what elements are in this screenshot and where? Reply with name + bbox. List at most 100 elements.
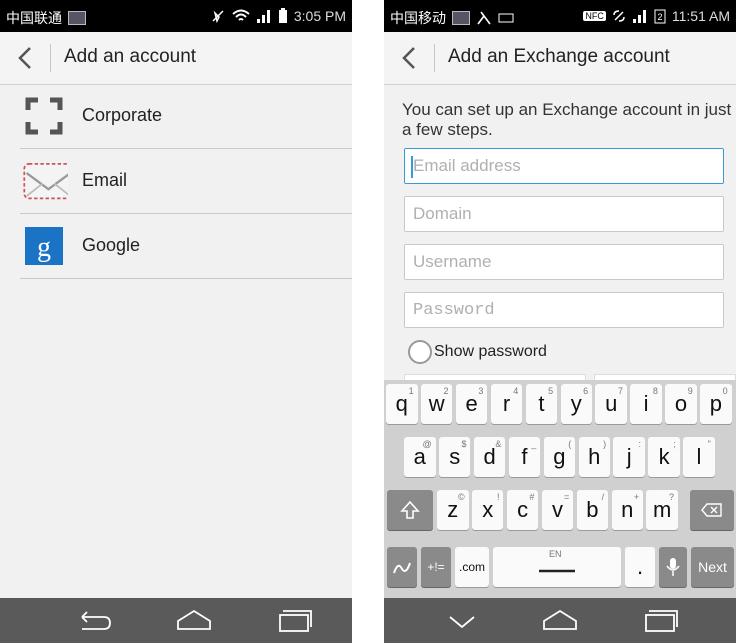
status-bar: 中国联通 3:05 PM <box>0 0 352 32</box>
image-notification-icon <box>68 11 86 25</box>
key-s[interactable]: $ s <box>438 437 471 477</box>
key-h[interactable]: ) h <box>578 437 611 477</box>
symbols-key[interactable]: +!= <box>421 547 451 587</box>
period-key[interactable]: . <box>625 547 655 587</box>
key-label: n <box>621 497 634 522</box>
shift-icon <box>400 500 420 519</box>
space-key[interactable]: EN <box>493 547 621 587</box>
handwriting-key[interactable] <box>387 547 417 587</box>
list-item-google[interactable]: g Google <box>20 214 352 279</box>
signal-icon <box>632 10 646 23</box>
key-label: d <box>483 444 496 469</box>
next-key[interactable]: Next <box>691 547 734 587</box>
key-r[interactable]: 4r <box>490 384 523 424</box>
key-hint: 7 <box>617 386 623 396</box>
list-item-corporate[interactable]: Corporate <box>20 84 352 149</box>
back-arrow-icon[interactable] <box>14 44 36 72</box>
key-label: x <box>482 497 494 522</box>
key-hint: ; <box>673 439 676 449</box>
key-label: i <box>643 391 649 416</box>
key-label: o <box>674 391 688 416</box>
svg-text:g: g <box>37 232 51 263</box>
key-label: e <box>465 391 478 416</box>
page-title: Add an Exchange account <box>448 46 670 67</box>
list-item-label: Google <box>82 235 141 255</box>
corporate-icon <box>25 97 63 135</box>
key-label: z <box>447 497 459 522</box>
password-field[interactable] <box>404 292 724 328</box>
key-label: b <box>586 497 599 522</box>
username-field[interactable] <box>404 244 724 280</box>
recent-apps-icon[interactable] <box>640 607 680 635</box>
key-label: l <box>696 444 702 469</box>
key-c[interactable]: # c <box>506 490 539 530</box>
key-hint: 4 <box>513 386 519 396</box>
list-item-email[interactable]: Email <box>20 149 352 214</box>
text-cursor <box>411 156 413 178</box>
key-label: t <box>538 391 545 416</box>
key-e[interactable]: 3e <box>455 384 488 424</box>
key-o[interactable]: 9o <box>665 384 697 424</box>
key-hint: 3 <box>478 386 484 396</box>
key-x[interactable]: ! x <box>471 490 504 530</box>
key-v[interactable]: = v <box>541 490 574 530</box>
key-label: s <box>449 444 461 469</box>
key-hint: ! <box>496 492 500 502</box>
key-hint: 2 <box>443 386 449 396</box>
image-notification-icon <box>452 11 470 25</box>
home-nav-icon[interactable] <box>540 607 580 635</box>
recent-apps-icon[interactable] <box>274 607 314 635</box>
key-i[interactable]: 8i <box>630 384 662 424</box>
carrier-label: 中国移动 <box>390 10 446 26</box>
domain-field[interactable] <box>404 196 724 232</box>
hide-keyboard-icon[interactable] <box>442 607 482 635</box>
key-hint: © <box>457 492 465 502</box>
email-field[interactable] <box>404 148 724 184</box>
battery-icon <box>278 8 287 23</box>
sync-icon <box>613 10 625 22</box>
key-m[interactable]: ? m <box>646 490 678 530</box>
divider <box>434 44 435 72</box>
key-hint: 1 <box>408 386 414 396</box>
key-label: p <box>709 391 723 416</box>
show-password-toggle[interactable] <box>408 340 432 364</box>
divider <box>50 44 51 72</box>
home-nav-icon[interactable] <box>174 607 214 635</box>
back-nav-icon[interactable] <box>74 607 114 635</box>
key-w[interactable]: 2w <box>420 384 453 424</box>
key-hint: ( <box>568 439 572 449</box>
key-label: u <box>605 391 618 416</box>
backspace-key[interactable] <box>690 490 734 530</box>
key-b[interactable]: / b <box>576 490 609 530</box>
key-hint: 9 <box>687 386 693 396</box>
shift-key[interactable] <box>387 490 433 530</box>
key-y[interactable]: 6y <box>560 384 593 424</box>
key-label: r <box>502 391 511 416</box>
key-k[interactable]: ; k <box>648 437 680 477</box>
key-l[interactable]: " l <box>683 437 715 477</box>
key-label: y <box>570 391 582 416</box>
back-arrow-icon[interactable] <box>398 44 420 72</box>
key-p[interactable]: 0p <box>700 384 732 424</box>
carrier-label: 中国联通 <box>6 10 62 26</box>
key-u[interactable]: 7u <box>595 384 627 424</box>
next-label: Next <box>698 559 727 575</box>
key-hint: 8 <box>652 386 658 396</box>
page-title: Add an account <box>64 46 197 67</box>
nfc-badge: NFC <box>583 11 606 21</box>
key-n[interactable]: + n <box>611 490 644 530</box>
key-g[interactable]: (g <box>543 437 576 477</box>
svg-text:2: 2 <box>657 12 662 22</box>
key-t[interactable]: 5t <box>525 384 558 424</box>
signal-icon <box>256 10 270 23</box>
dot-com-key[interactable]: .com <box>455 547 489 587</box>
key-a[interactable]: @ a <box>404 437 436 477</box>
key-hint: & <box>495 439 502 449</box>
key-q[interactable]: 1q <box>386 384 418 424</box>
voice-input-key[interactable] <box>659 547 687 587</box>
key-j[interactable]: :j <box>613 437 645 477</box>
key-hint: # <box>529 492 535 502</box>
key-z[interactable]: © z <box>437 490 469 530</box>
key-d[interactable]: & d <box>473 437 506 477</box>
key-f[interactable]: _ f <box>508 437 541 477</box>
